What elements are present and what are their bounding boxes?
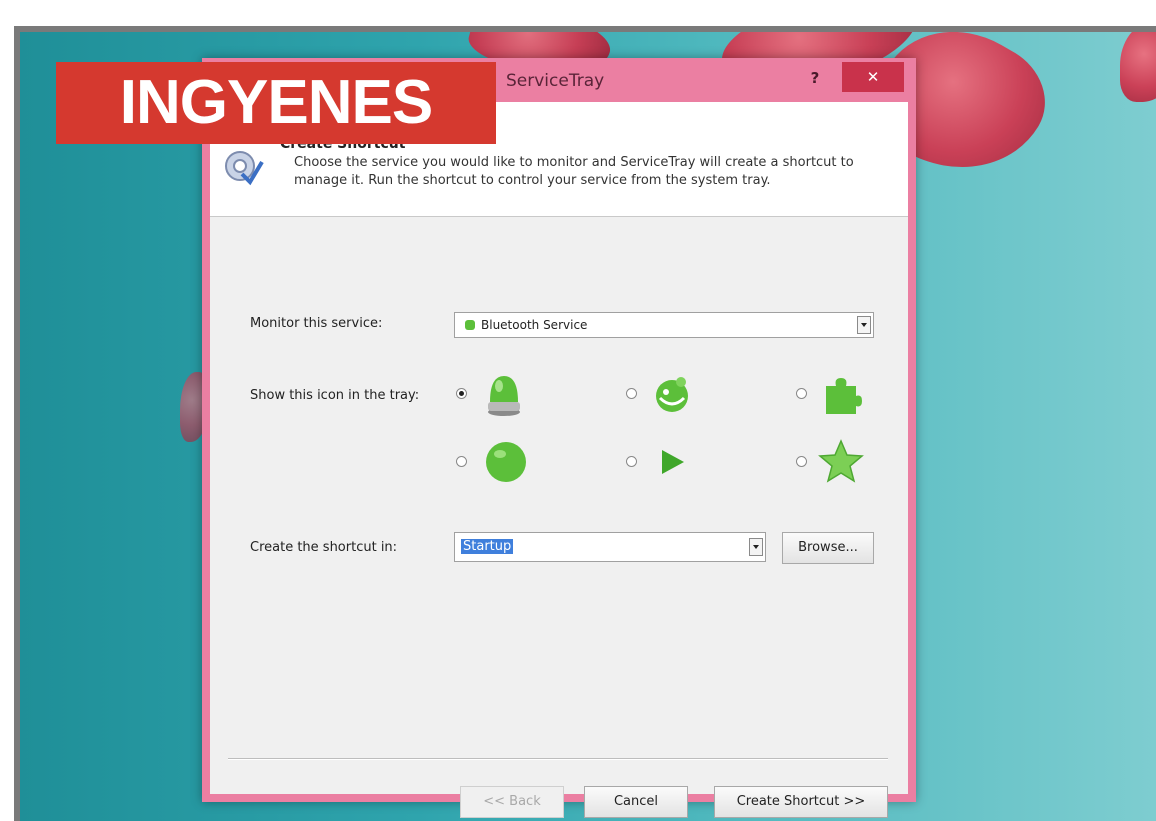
dialog-client-area: Create Shortcut Choose the service you w…	[210, 102, 908, 818]
service-status-icon	[465, 320, 475, 330]
chevron-down-icon[interactable]	[857, 316, 871, 334]
location-combo-value[interactable]: Startup	[461, 539, 514, 554]
green-star-icon	[818, 439, 864, 483]
create-shortcut-button[interactable]: Create Shortcut >>	[714, 786, 888, 818]
service-tray-dialog: ServiceTray ? ✕ Create Shortcut Choose t…	[202, 58, 916, 818]
chevron-down-icon[interactable]	[749, 538, 763, 556]
back-button[interactable]: << Back	[460, 786, 564, 818]
radio-green-puzzle[interactable]	[796, 388, 807, 399]
green-circle-icon	[486, 442, 526, 482]
window-title: ServiceTray	[506, 71, 605, 91]
radio-green-circle[interactable]	[456, 456, 467, 467]
location-combo[interactable]: Startup	[454, 532, 766, 562]
green-smiley-icon	[656, 377, 688, 412]
cancel-button[interactable]: Cancel	[584, 786, 688, 818]
green-play-icon	[662, 450, 684, 474]
green-puzzle-icon	[826, 378, 862, 414]
radio-green-play[interactable]	[626, 456, 637, 467]
monitor-service-label: Monitor this service:	[250, 316, 383, 331]
browse-button[interactable]: Browse...	[782, 532, 874, 564]
radio-green-smiley[interactable]	[626, 388, 637, 399]
tray-icon-label: Show this icon in the tray:	[250, 388, 420, 403]
radio-green-star[interactable]	[796, 456, 807, 467]
shortcut-location-label: Create the shortcut in:	[250, 540, 398, 555]
service-select[interactable]: Bluetooth Service	[454, 312, 874, 338]
free-badge: INGYENES	[56, 62, 496, 144]
help-button[interactable]: ?	[798, 64, 832, 92]
gear-check-icon	[225, 151, 264, 186]
close-button[interactable]: ✕	[842, 62, 904, 92]
radio-green-light[interactable]	[456, 388, 467, 399]
footer-divider	[228, 758, 888, 760]
service-select-value: Bluetooth Service	[481, 318, 588, 332]
green-light-icon	[488, 376, 520, 416]
header-description: Choose the service you would like to mon…	[294, 155, 854, 188]
